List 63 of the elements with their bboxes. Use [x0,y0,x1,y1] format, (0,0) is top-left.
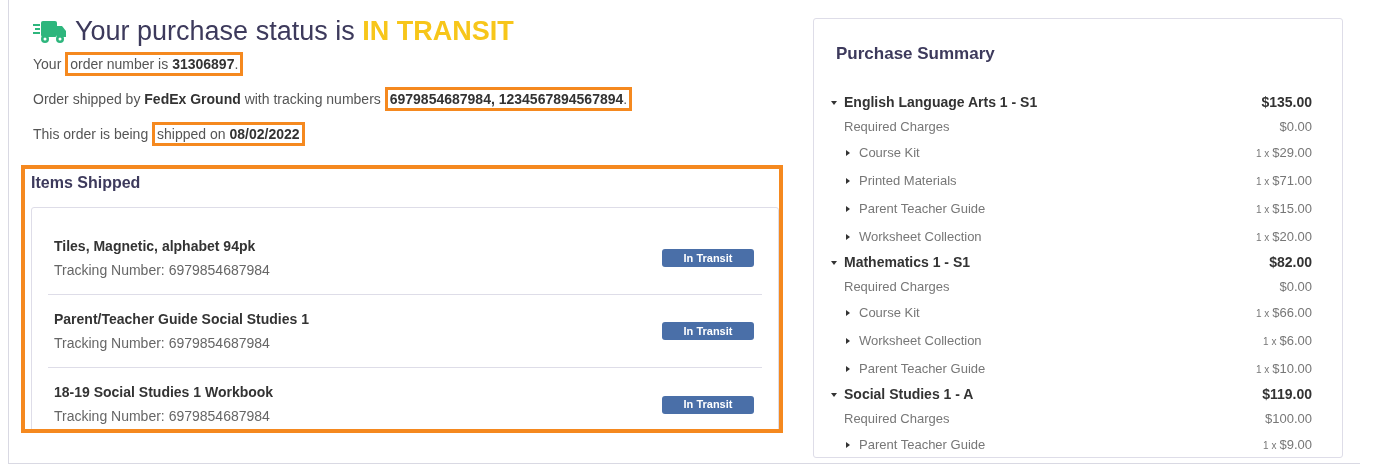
quantity-text: 1 x [1255,231,1270,243]
line-item-name: Parent Teacher Guide [859,359,986,378]
order-detail-text: This order is being shipped on 08/02/2022 [33,123,785,145]
line-item-price: $20.00 [1272,228,1312,244]
caret-right-icon[interactable] [844,440,852,449]
charge-amount: $0.00 [1279,277,1312,296]
charge-label: Required Charges [844,409,950,428]
line-item-name: Worksheet Collection [859,331,982,350]
charge-amount: $100.00 [1265,409,1312,428]
line-item-price: $10.00 [1272,360,1312,376]
quantity-text: 1 x [1255,363,1270,375]
course-name: Mathematics 1 - S1 [844,253,971,272]
quantity-text: 1 x [1255,307,1270,319]
charge-label: Required Charges [844,277,950,296]
truck-icon [33,18,67,45]
status-heading: Your purchase status is IN TRANSIT [75,16,514,46]
caret-right-icon[interactable] [844,176,852,185]
caret-right-icon[interactable] [844,336,852,345]
caret-down-icon[interactable] [830,98,838,107]
status-badge: In Transit [662,249,754,267]
tracking-number: Tracking Number: 6979854687984 [54,407,271,426]
course-total: $135.00 [1261,93,1312,112]
line-item-price: $6.00 [1279,332,1312,348]
line-item-name: Parent Teacher Guide [859,199,986,218]
item-name: Tiles, Magnetic, alphabet 94pk [54,236,257,256]
quantity-text: 1 x [1255,175,1270,187]
line-item-price: $71.00 [1272,172,1312,188]
line-item-price: $29.00 [1272,144,1312,160]
caret-right-icon[interactable] [844,148,852,157]
line-item-name: Course Kit [859,143,920,162]
summary-title: Purchase Summary [835,43,996,65]
caret-down-icon[interactable] [830,390,838,399]
line-item-price: $66.00 [1272,304,1312,320]
line-item-name: Parent Teacher Guide [859,435,986,454]
status-badge: In Transit [662,395,754,414]
line-item-name: Worksheet Collection [859,227,982,246]
line-item-price: $15.00 [1272,200,1312,216]
charge-label: Required Charges [844,117,950,136]
line-item-name: Printed Materials [859,171,957,190]
course-total: $119.00 [1262,385,1312,404]
order-detail-text: Order shipped by FedEx Ground with tracking numbers 6979854687984, 1234567894567894. [33,88,785,110]
quantity-text: 1 x [1255,203,1270,215]
course-total: $82.00 [1269,253,1312,272]
caret-right-icon[interactable] [844,232,852,241]
quantity-text: 1 x [1255,147,1270,159]
tracking-number: Tracking Number: 6979854687984 [54,333,271,353]
caret-right-icon[interactable] [844,364,852,373]
quantity-text: 1 x [1263,439,1277,451]
charge-amount: $0.00 [1279,117,1312,136]
section-title: Items Shipped [30,173,142,193]
item-name: Parent/Teacher Guide Social Studies 1 [54,309,309,329]
course-name: English Language Arts 1 - S1 [844,93,1038,112]
order-detail-text: Your order number is 31306897. [33,53,785,75]
caret-down-icon[interactable] [830,258,838,267]
quantity-text: 1 x [1263,335,1277,347]
status-badge: In Transit [662,322,754,340]
course-name: Social Studies 1 - A [844,385,974,404]
item-name: 18-19 Social Studies 1 Workbook [54,383,274,402]
tracking-number: Tracking Number: 6979854687984 [54,260,270,280]
caret-right-icon[interactable] [844,204,852,213]
caret-right-icon[interactable] [844,308,852,317]
line-item-price: $9.00 [1279,436,1312,452]
line-item-name: Course Kit [859,303,920,322]
